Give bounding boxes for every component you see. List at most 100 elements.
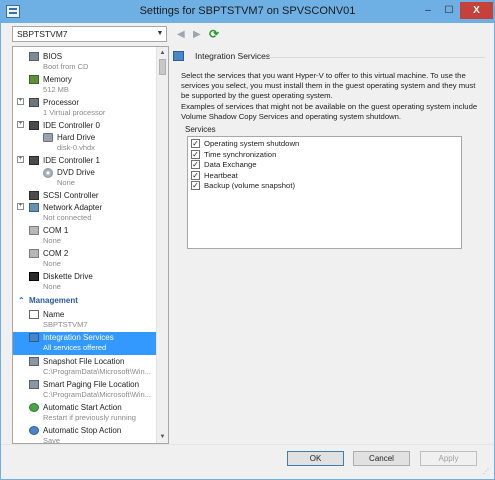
tree-item-label: Integration Services: [43, 333, 114, 342]
tree-item-label: BIOS: [43, 52, 63, 61]
tree-item-integration-services[interactable]: Integration Services All services offered: [13, 332, 157, 355]
service-label: Data Exchange: [204, 160, 257, 169]
tree-item-detail: Not connected: [43, 213, 92, 222]
integration-services-icon: [173, 51, 184, 61]
tree-item-label: Processor: [43, 98, 80, 107]
tree-item-dvd-drive[interactable]: DVD Drive None: [13, 167, 157, 189]
tree-item-label: IDE Controller 0: [43, 121, 100, 130]
collapse-chevron-icon[interactable]: ⌃: [18, 296, 25, 305]
tree-item-label: Snapshot File Location: [43, 357, 125, 366]
expand-plus-icon[interactable]: +: [17, 156, 24, 163]
tree-item-com-1[interactable]: COM 1 None: [13, 225, 157, 247]
tree-item-label: Hard Drive: [57, 133, 96, 142]
ok-button[interactable]: OK: [287, 451, 344, 466]
tree-item-detail: None: [43, 236, 61, 245]
tree-item-label: COM 2: [43, 249, 69, 258]
processor-icon: [29, 98, 39, 107]
resize-grip-icon[interactable]: ⋰: [483, 468, 491, 476]
scroll-up-arrow-icon[interactable]: ▲: [157, 47, 168, 59]
tree-item-ide-controller-0[interactable]: + IDE Controller 0: [13, 120, 157, 131]
snapshot-location-icon: [29, 357, 39, 366]
ide-controller-icon: [29, 156, 39, 165]
cancel-button[interactable]: Cancel: [353, 451, 410, 466]
tree-item-detail: C:\ProgramData\Microsoft\Win...: [43, 367, 151, 376]
service-label: Heartbeat: [204, 170, 238, 180]
bios-icon: [29, 52, 39, 61]
memory-icon: [29, 75, 39, 84]
service-checkbox[interactable]: ✓: [191, 181, 200, 190]
maximize-button[interactable]: ☐: [439, 2, 459, 19]
tree-item-hard-drive[interactable]: Hard Drive disk-0.vhdx: [13, 132, 157, 154]
chevron-down-icon[interactable]: ▼: [154, 27, 166, 41]
title-bar[interactable]: Settings for SBPTSTVM7 on SPVSCONV01 – ☐…: [1, 1, 494, 23]
tree-item-detail: disk-0.vhdx: [57, 143, 95, 152]
tree-item-name[interactable]: Name SBPTSTVM7: [13, 309, 157, 331]
forward-arrow-icon[interactable]: ▶: [193, 29, 201, 40]
tree-item-label: Memory: [43, 75, 72, 84]
tree-item-label: IDE Controller 1: [43, 156, 100, 165]
tree-item-network-adapter[interactable]: + Network Adapter Not connected: [13, 202, 157, 224]
expand-plus-icon[interactable]: +: [17, 98, 24, 105]
tree-item-label: Automatic Stop Action: [43, 426, 122, 435]
footer-divider: [1, 444, 494, 445]
service-checkbox[interactable]: ✓: [191, 160, 200, 169]
service-checkbox[interactable]: ✓: [191, 149, 200, 159]
expand-plus-icon[interactable]: +: [17, 121, 24, 128]
panel-title: Integration Services: [195, 51, 271, 61]
tree-item-label: Smart Paging File Location: [43, 380, 140, 389]
hard-drive-icon: [43, 133, 53, 142]
tree-item-memory[interactable]: Memory 512 MB: [13, 74, 157, 96]
management-section-label: Management: [29, 296, 78, 305]
tree-item-label: Diskette Drive: [43, 272, 93, 281]
tree-item-diskette-drive[interactable]: Diskette Drive None: [13, 271, 157, 293]
scroll-down-arrow-icon[interactable]: ▼: [157, 431, 168, 443]
header-divider: [263, 57, 485, 58]
close-button[interactable]: X: [460, 2, 493, 19]
diskette-drive-icon: [29, 272, 39, 281]
tree-item-processor[interactable]: + Processor 1 Virtual processor: [13, 97, 157, 119]
minimize-button[interactable]: –: [418, 2, 438, 19]
tree-item-automatic-start-action[interactable]: Automatic Start Action Restart if previou…: [13, 402, 157, 424]
service-checkbox[interactable]: ✓: [191, 170, 200, 180]
dvd-drive-icon: [43, 168, 53, 178]
tree-item-detail: 1 Virtual processor: [43, 108, 106, 117]
tree-scrollbar[interactable]: ▲ ▼: [156, 47, 168, 443]
tree-item-ide-controller-1[interactable]: + IDE Controller 1: [13, 155, 157, 166]
tree-item-detail: None: [43, 259, 61, 268]
automatic-stop-icon: [29, 426, 39, 435]
apply-button[interactable]: Apply: [420, 451, 477, 466]
service-checkbox[interactable]: ✓: [191, 139, 200, 148]
settings-window: Settings for SBPTSTVM7 on SPVSCONV01 – ☐…: [0, 0, 495, 480]
service-label: Time synchronization: [204, 149, 277, 159]
refresh-icon[interactable]: ⟳: [209, 27, 219, 41]
tree-item-detail: Restart if previously running: [43, 413, 136, 422]
service-label: Operating system shutdown: [204, 139, 300, 148]
expand-plus-icon[interactable]: +: [17, 203, 24, 210]
integration-services-icon: [29, 333, 39, 342]
tree-item-label: Automatic Start Action: [43, 403, 122, 412]
tree-item-label: Name: [43, 310, 65, 319]
back-arrow-icon[interactable]: ◀: [177, 29, 185, 40]
scrollbar-thumb[interactable]: [159, 59, 166, 75]
management-section-header[interactable]: ⌃ Management: [13, 296, 157, 306]
vm-selector-dropdown[interactable]: SBPTSTVM7 ▼: [12, 26, 167, 42]
tree-item-automatic-stop-action[interactable]: Automatic Stop Action Save: [13, 425, 157, 443]
tree-item-label: COM 1: [43, 226, 69, 235]
tree-item-smart-paging-file-location[interactable]: Smart Paging File Location C:\ProgramData…: [13, 379, 157, 401]
tree-item-scsi-controller[interactable]: SCSI Controller: [13, 190, 157, 201]
scsi-controller-icon: [29, 191, 39, 200]
tree-item-detail: None: [57, 178, 75, 187]
panel-description: Select the services that you want Hyper-…: [181, 71, 476, 100]
tree-item-bios[interactable]: BIOS Boot from CD: [13, 51, 157, 73]
smart-paging-icon: [29, 380, 39, 389]
vm-selector-value: SBPTSTVM7: [17, 29, 68, 39]
tree-item-label: DVD Drive: [57, 168, 95, 177]
service-label: Backup (volume snapshot): [204, 181, 296, 190]
panel-examples-note: Examples of services that might not be a…: [181, 102, 478, 121]
tree-item-com-2[interactable]: COM 2 None: [13, 248, 157, 270]
tree-item-label: SCSI Controller: [43, 191, 99, 200]
tree-item-detail: C:\ProgramData\Microsoft\Win...: [43, 390, 151, 399]
name-icon: [29, 310, 39, 319]
tree-item-snapshot-file-location[interactable]: Snapshot File Location C:\ProgramData\Mic…: [13, 356, 157, 378]
automatic-start-icon: [29, 403, 39, 412]
